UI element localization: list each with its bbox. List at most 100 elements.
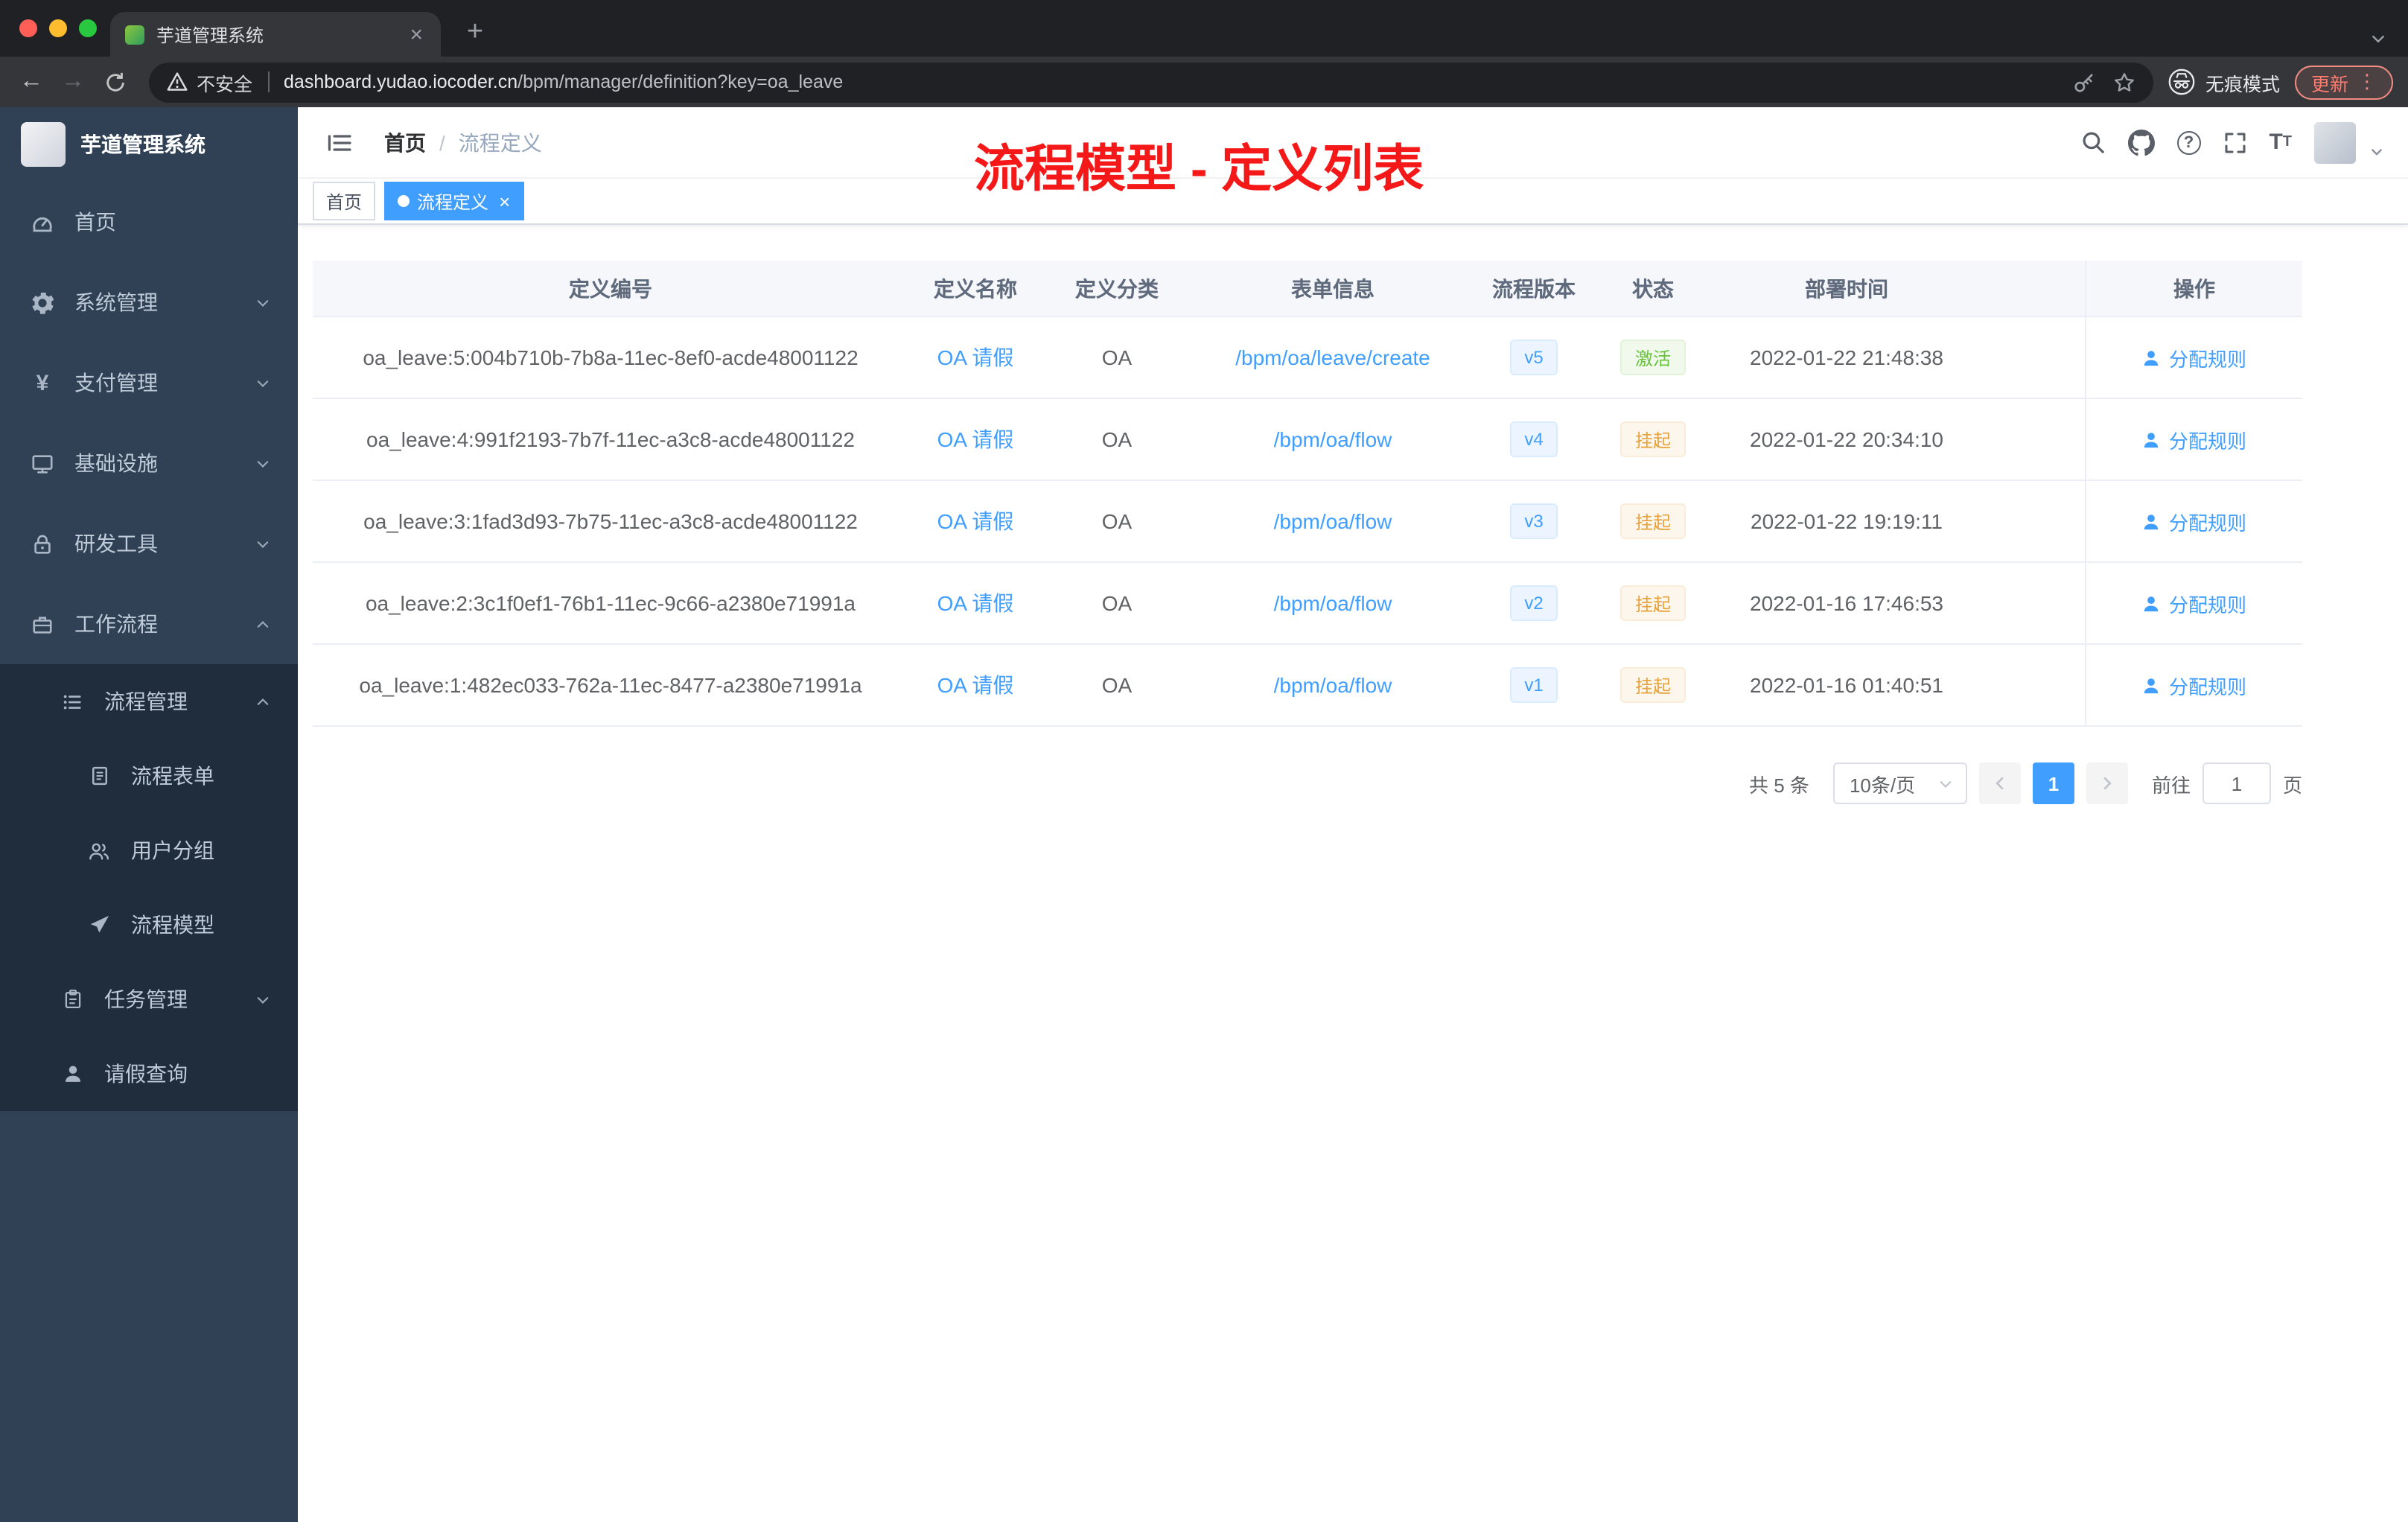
column-header-category: 定义分类 bbox=[1075, 276, 1159, 300]
form-info-link[interactable]: /bpm/oa/leave/create bbox=[1235, 346, 1430, 369]
status-badge: 激活 bbox=[1619, 340, 1686, 375]
assign-rule-label: 分配规则 bbox=[2168, 675, 2246, 698]
user-avatar[interactable] bbox=[2314, 121, 2356, 163]
sidebar-item-process-form[interactable]: 流程表单 bbox=[0, 739, 298, 813]
column-header-deploy-time: 部署时间 bbox=[1805, 276, 1888, 300]
version-badge: v1 bbox=[1509, 667, 1558, 703]
tab-title: 芋道管理系统 bbox=[156, 25, 264, 45]
definition-name-link[interactable]: OA 请假 bbox=[937, 343, 1014, 372]
status-badge: 挂起 bbox=[1619, 585, 1686, 621]
assign-rule-link[interactable]: 分配规则 bbox=[2142, 671, 2246, 699]
fullscreen-icon[interactable] bbox=[2223, 130, 2246, 154]
sidebar-item-user-group[interactable]: 用户分组 bbox=[0, 813, 298, 888]
goto-label: 前往 bbox=[2151, 774, 2191, 796]
definition-name-link[interactable]: OA 请假 bbox=[937, 506, 1014, 536]
new-tab-button[interactable]: + bbox=[456, 13, 494, 52]
sidebar-item-process-management[interactable]: 流程管理 bbox=[0, 664, 298, 739]
update-button[interactable]: 更新 ⋮ bbox=[2294, 65, 2393, 99]
sidebar-item-label: 首页 bbox=[74, 210, 116, 234]
form-info-link[interactable]: /bpm/oa/flow bbox=[1274, 673, 1392, 697]
sidebar-item-infrastructure[interactable]: 基础设施 bbox=[0, 423, 298, 503]
table-row: oa_leave:1:482ec033-762a-11ec-8477-a2380… bbox=[313, 645, 2302, 727]
sidebar-item-system[interactable]: 系统管理 bbox=[0, 262, 298, 343]
hamburger-icon[interactable] bbox=[322, 124, 357, 160]
status-badge: 挂起 bbox=[1619, 667, 1686, 703]
avatar-caret-down-icon[interactable] bbox=[2369, 144, 2384, 159]
chevron-right-icon bbox=[2103, 777, 2112, 790]
browser-menu-icon[interactable]: ⋮ bbox=[2357, 70, 2377, 94]
definition-name-link[interactable]: OA 请假 bbox=[937, 424, 1014, 454]
tab-search-chevron-icon[interactable] bbox=[2369, 30, 2387, 48]
url-domain: dashboard.yudao.iocoder.cn bbox=[284, 71, 518, 92]
window-minimize-button[interactable] bbox=[49, 19, 67, 37]
bookmark-star-icon[interactable] bbox=[2113, 71, 2135, 93]
sidebar-item-process-model[interactable]: 流程模型 bbox=[0, 888, 298, 962]
font-size-icon[interactable]: TT bbox=[2269, 130, 2292, 155]
users-icon bbox=[86, 839, 112, 862]
search-icon[interactable] bbox=[2080, 130, 2105, 155]
assign-rule-link[interactable]: 分配规则 bbox=[2142, 343, 2246, 372]
assign-rule-link[interactable]: 分配规则 bbox=[2142, 507, 2246, 535]
app-header: 首页 / 流程定义 ? TT bbox=[298, 107, 2408, 179]
github-icon[interactable] bbox=[2127, 129, 2155, 156]
cell-definition-id: oa_leave:4:991f2193-7b7f-11ec-a3c8-acde4… bbox=[366, 427, 855, 451]
sidebar-item-label: 基础设施 bbox=[74, 451, 158, 475]
lock-icon bbox=[30, 532, 55, 555]
address-bar[interactable]: 不安全 dashboard.yudao.iocoder.cn/bpm/manag… bbox=[149, 62, 2153, 102]
omnibox-divider bbox=[267, 71, 270, 92]
browser-tab[interactable]: 芋道管理系统 × bbox=[110, 12, 441, 57]
page-size-select[interactable]: 10条/页 bbox=[1832, 762, 1967, 804]
window-close-button[interactable] bbox=[19, 19, 37, 37]
logo-title: 芋道管理系统 bbox=[80, 133, 206, 156]
breadcrumb-home[interactable]: 首页 bbox=[384, 127, 426, 157]
sidebar-item-dev-tools[interactable]: 研发工具 bbox=[0, 503, 298, 584]
prev-page-button[interactable] bbox=[1978, 762, 2021, 804]
definition-table: 定义编号 定义名称 定义分类 表单信息 流程版本 状态 部署时间 操作 oa_l… bbox=[313, 261, 2302, 727]
definition-name-link[interactable]: OA 请假 bbox=[937, 588, 1014, 618]
url-text[interactable]: dashboard.yudao.iocoder.cn/bpm/manager/d… bbox=[284, 71, 2058, 92]
yen-icon: ¥ bbox=[36, 370, 49, 395]
cell-deploy-time: 2022-01-16 17:46:53 bbox=[1750, 591, 1943, 615]
security-label[interactable]: 不安全 bbox=[197, 68, 252, 96]
version-badge: v5 bbox=[1509, 340, 1558, 375]
user-icon bbox=[2144, 596, 2159, 611]
sidebar-item-label: 研发工具 bbox=[74, 532, 158, 555]
clipboard-icon bbox=[60, 989, 85, 1010]
version-badge: v4 bbox=[1509, 421, 1558, 457]
sidebar-item-workflow[interactable]: 工作流程 bbox=[0, 584, 298, 664]
table-header-row: 定义编号 定义名称 定义分类 表单信息 流程版本 状态 部署时间 操作 bbox=[313, 261, 2302, 317]
forward-icon[interactable]: → bbox=[54, 63, 92, 101]
window-zoom-button[interactable] bbox=[79, 19, 97, 37]
column-header-definition-id: 定义编号 bbox=[569, 276, 652, 300]
reload-icon[interactable] bbox=[95, 63, 134, 101]
tag-home[interactable]: 首页 bbox=[313, 182, 376, 220]
sidebar-item-leave-query[interactable]: 请假查询 bbox=[0, 1037, 298, 1111]
tag-close-icon[interactable]: × bbox=[499, 191, 510, 211]
key-icon[interactable] bbox=[2073, 71, 2095, 93]
monitor-icon bbox=[30, 452, 55, 474]
workflow-submenu: 流程管理 流程表单 用户分组 流程模型 任务管理 请假查询 bbox=[0, 664, 298, 1111]
tab-close-icon[interactable]: × bbox=[407, 23, 426, 45]
help-icon[interactable]: ? bbox=[2176, 130, 2201, 154]
form-info-link[interactable]: /bpm/oa/flow bbox=[1274, 591, 1392, 615]
assign-rule-label: 分配规则 bbox=[2168, 348, 2246, 370]
sidebar-item-task-management[interactable]: 任务管理 bbox=[0, 962, 298, 1037]
page-number-button[interactable]: 1 bbox=[2032, 762, 2074, 804]
tag-process-definition[interactable]: 流程定义 × bbox=[384, 182, 524, 220]
table-row: oa_leave:2:3c1f0ef1-76b1-11ec-9c66-a2380… bbox=[313, 563, 2302, 645]
definition-name-link[interactable]: OA 请假 bbox=[937, 670, 1014, 700]
cell-category: OA bbox=[1101, 346, 1133, 369]
back-icon[interactable]: ← bbox=[12, 63, 51, 101]
goto-page-input[interactable] bbox=[2202, 762, 2271, 804]
cell-category: OA bbox=[1101, 427, 1133, 451]
assign-rule-link[interactable]: 分配规则 bbox=[2142, 589, 2246, 617]
sidebar-item-home[interactable]: 首页 bbox=[0, 182, 298, 262]
sidebar-item-payment[interactable]: ¥ 支付管理 bbox=[0, 343, 298, 423]
next-page-button[interactable] bbox=[2086, 762, 2128, 804]
table-row: oa_leave:4:991f2193-7b7f-11ec-a3c8-acde4… bbox=[313, 399, 2302, 481]
assign-rule-link[interactable]: 分配规则 bbox=[2142, 425, 2246, 453]
form-info-link[interactable]: /bpm/oa/flow bbox=[1274, 509, 1392, 533]
form-info-link[interactable]: /bpm/oa/flow bbox=[1274, 427, 1392, 451]
sidebar-logo[interactable]: 芋道管理系统 bbox=[0, 107, 298, 182]
logo-avatar bbox=[21, 122, 66, 167]
